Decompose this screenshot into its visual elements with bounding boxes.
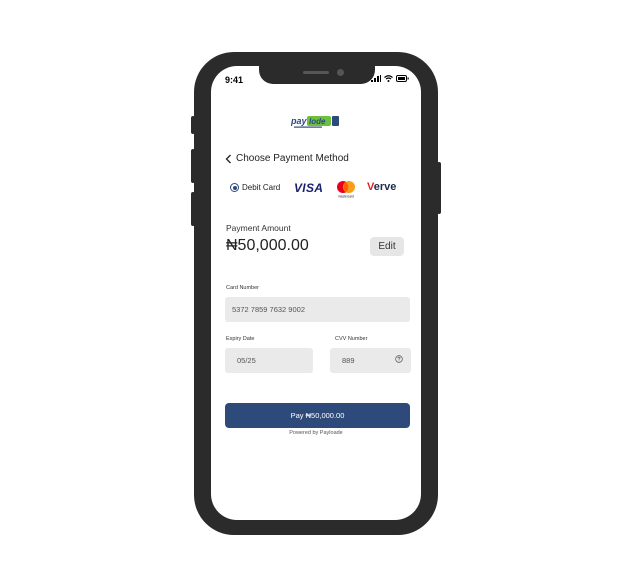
camera-icon xyxy=(337,69,344,76)
verve-rest: erve xyxy=(373,181,397,193)
card-number-label: Card Number xyxy=(226,285,260,291)
speaker-grille xyxy=(303,71,329,74)
cvv-input[interactable]: 889 xyxy=(330,348,411,373)
volume-up-button xyxy=(191,149,195,183)
card-number-input[interactable]: 5372 7859 7632 9002 xyxy=(225,297,410,322)
battery-icon xyxy=(396,75,409,82)
edit-amount-button[interactable]: Edit xyxy=(370,237,404,256)
verve-v: V xyxy=(367,181,374,193)
back-button[interactable]: Choose Payment Method xyxy=(225,153,349,164)
visa-logo[interactable]: VISA xyxy=(294,181,323,195)
page-title: Choose Payment Method xyxy=(236,153,349,164)
power-button xyxy=(437,162,441,214)
mute-switch xyxy=(191,116,195,134)
verve-logo[interactable]: Verve xyxy=(367,181,396,193)
payloade-logo: pay lode xyxy=(291,116,339,128)
notch xyxy=(259,66,375,84)
radio-selected-icon xyxy=(230,183,239,192)
payment-amount-label: Payment Amount xyxy=(226,223,291,233)
powered-by-text: Powered by Payloade xyxy=(289,430,343,436)
phone-screen: 9:41 pay lode Choose Payment Method Debi… xyxy=(211,66,421,520)
debit-card-label: Debit Card xyxy=(242,183,281,192)
cvv-value: 889 xyxy=(342,356,355,365)
expiry-date-input[interactable]: 05/25 xyxy=(225,348,313,373)
payment-amount-value: ₦50,000.00 xyxy=(226,237,309,254)
cvv-label: CVV Number xyxy=(335,336,368,342)
pay-button[interactable]: Pay ₦50,000.00 xyxy=(225,403,410,428)
wifi-icon xyxy=(384,75,393,82)
chevron-left-icon xyxy=(225,154,231,163)
expiry-date-label: Expiry Date xyxy=(226,336,255,342)
mastercard-wordmark: mastercard xyxy=(338,195,354,199)
debit-card-option[interactable]: Debit Card xyxy=(230,183,280,192)
status-icons xyxy=(371,75,409,82)
mastercard-logo[interactable]: mastercard xyxy=(334,179,358,199)
status-time: 9:41 xyxy=(225,75,244,85)
volume-down-button xyxy=(191,192,195,226)
payment-method-options: Debit Card VISA mastercard Verve xyxy=(230,179,405,199)
svg-text:lode: lode xyxy=(309,117,326,126)
help-icon[interactable] xyxy=(395,355,403,363)
svg-text:pay: pay xyxy=(291,116,308,126)
phone-frame: 9:41 pay lode Choose Payment Method Debi… xyxy=(191,52,441,535)
